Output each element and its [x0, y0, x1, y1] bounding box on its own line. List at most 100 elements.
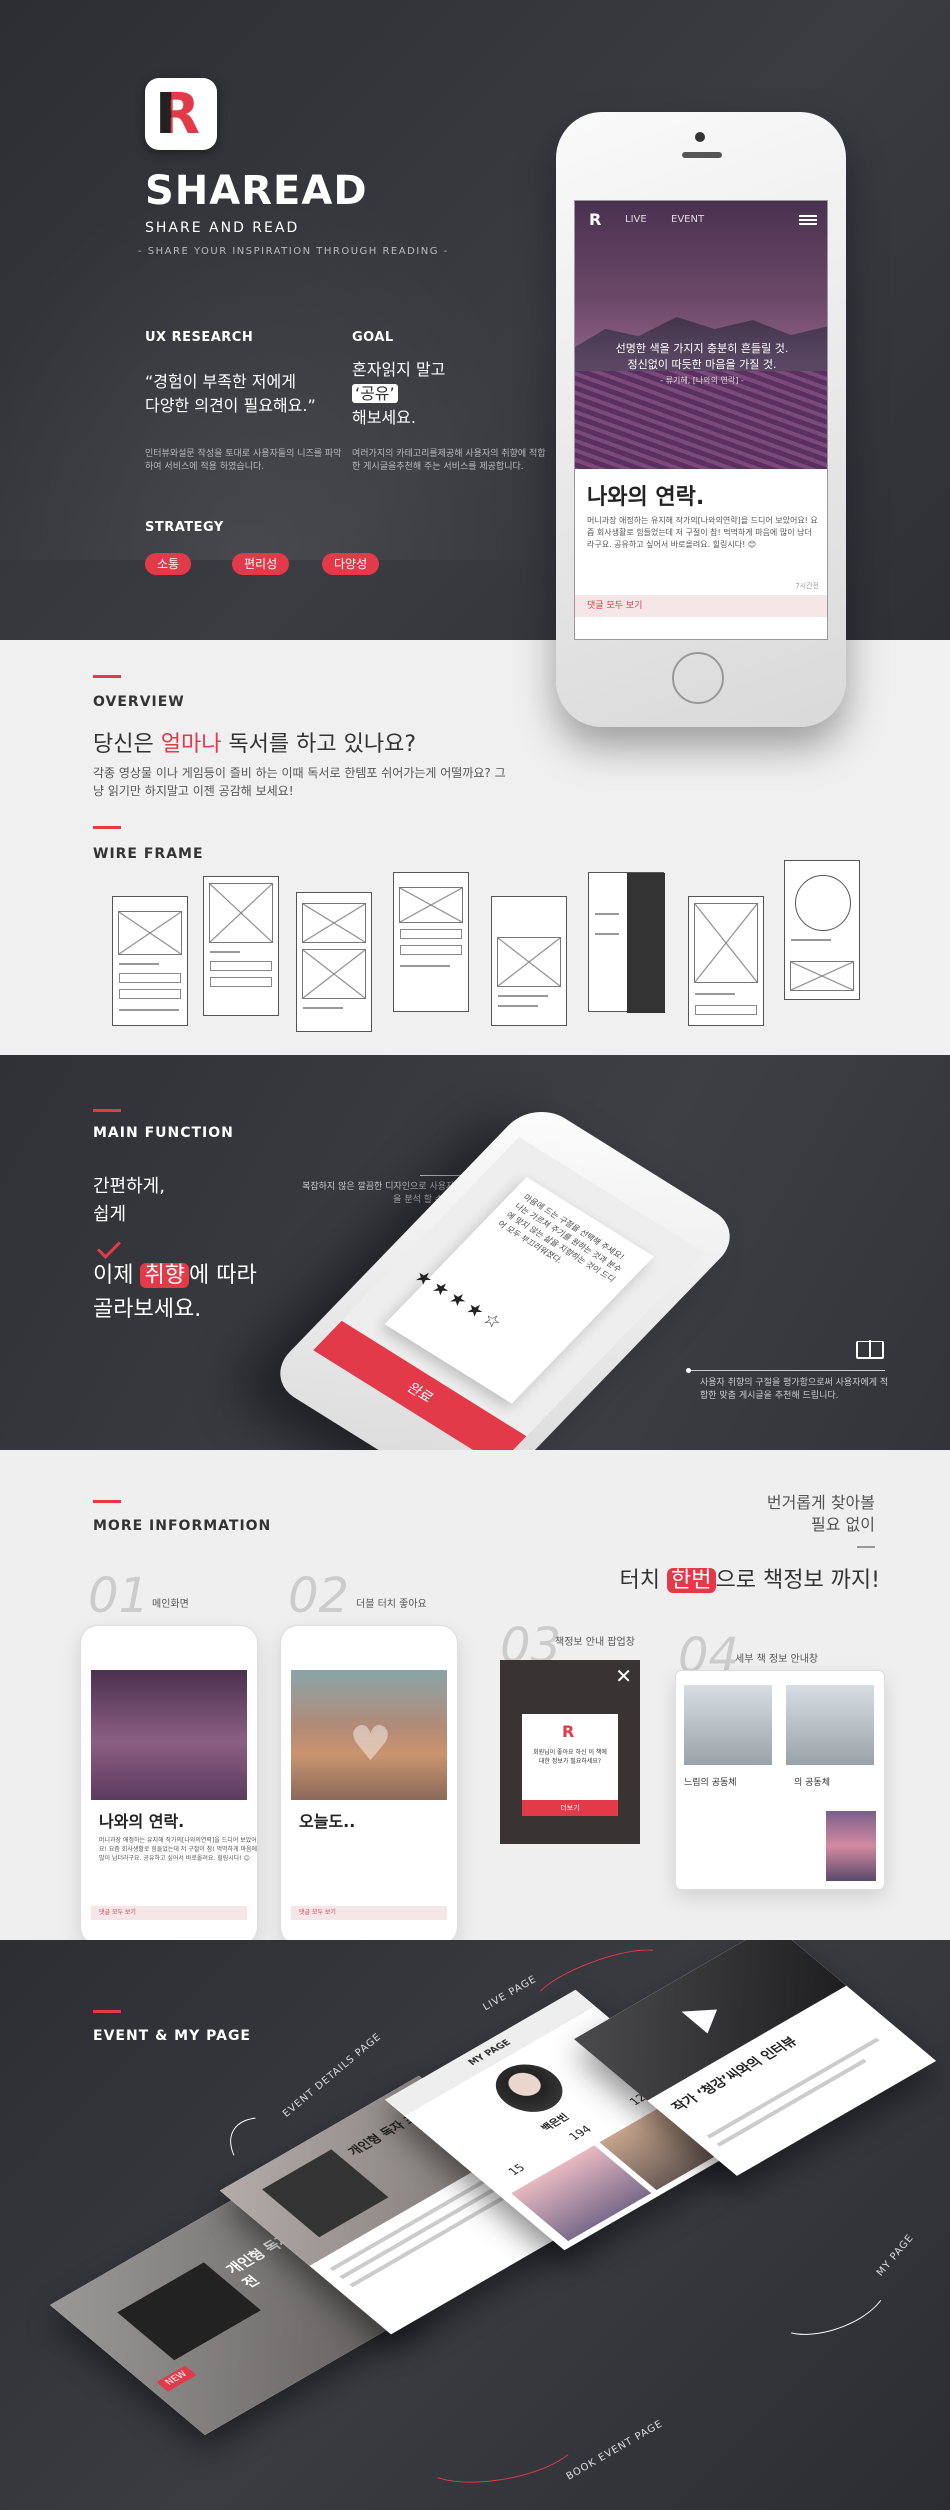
ux-quote-line2: 다양한 의견이 필요해요.”	[145, 396, 316, 415]
main-function-label: MAIN FUNCTION	[93, 1125, 234, 1141]
section-accent-bar	[93, 1109, 121, 1112]
speaker	[682, 152, 722, 158]
book-event-label: BOOK EVENT PAGE	[564, 2418, 665, 2483]
logo-mark: R	[562, 1722, 575, 1741]
section-accent-bar	[93, 2010, 121, 2013]
intro-line1: 간편하게,	[93, 1176, 165, 1197]
menu-icon[interactable]	[799, 215, 817, 225]
connector-line	[690, 1370, 885, 1371]
app-logo-mark: R	[589, 210, 602, 229]
book-title: 의 공동체	[794, 1778, 830, 1788]
strategy-pill: 소통	[145, 553, 192, 575]
comments-bar[interactable]: 댓글 모두 보기	[91, 1906, 247, 1920]
stat-value: 194	[566, 2123, 595, 2143]
goal-text: 혼자읽지 말고 ‘공유’ 해보세요.	[352, 358, 445, 430]
strategy-label: STRATEGY	[145, 520, 224, 535]
book-icon	[856, 1340, 884, 1359]
phone-mockup-main: 나와의 연락. 머니과장 애정하는 유지해 작가의[나와의연락]을 드디어 보았…	[80, 1625, 258, 1940]
wireframe-screen	[688, 896, 764, 1026]
post-card: 나와의 연락. 머니과장 애정하는 유지해 작가의[나와의연락]을 드디어 보았…	[575, 469, 827, 639]
flow-arrow	[763, 2251, 897, 2349]
headline-post: 에 따라	[188, 1263, 257, 1288]
tilted-phone: 마음에 드는 구절을 선택해 주세요! 나는 가르쳐 주기를 원하는 것과 분수…	[264, 1099, 746, 1450]
app-logo: RR	[145, 78, 217, 150]
subtitle-line1: 번거롭게 찾아볼	[766, 1493, 875, 1512]
headline-post: 독서를 하고 있나요?	[221, 732, 417, 757]
ux-quote: “경험이 부족한 저에게 다양한 의견이 필요해요.”	[145, 370, 316, 418]
nav-event[interactable]: EVENT	[671, 214, 704, 225]
heart-icon: ♥	[349, 1716, 393, 1772]
headline-chip: 취향	[140, 1263, 189, 1288]
comments-bar[interactable]: 댓글 모두 보기	[291, 1906, 447, 1920]
hero-quote: 선명한 색을 가지지 충분히 흔들릴 것. 정신없이 따듯한 마음을 가질 것.…	[575, 341, 827, 389]
strategy-pill: 편리성	[232, 553, 290, 575]
step-caption: 세부 책 정보 안내창	[735, 1654, 819, 1665]
more-button[interactable]: 더보기	[522, 1800, 618, 1816]
wireframe-screen	[491, 896, 567, 1026]
more-information-section: MORE INFORMATION 번거롭게 찾아볼 필요 없이 터치 한번 으로 …	[0, 1450, 950, 1940]
wireframe-screen	[784, 860, 860, 1000]
touch-pre: 터치	[619, 1568, 668, 1593]
more-info-subtitle: 번거롭게 찾아볼 필요 없이	[767, 1492, 875, 1536]
event-section: EVENT & MY PAGE NEW 개인형 독자 초대전 개인형 독자 초대…	[0, 1940, 950, 2510]
ux-research-label: UX RESEARCH	[145, 330, 254, 345]
step-number: 02	[288, 1568, 350, 1624]
ux-quote-line1: “경험이 부족한 저에게	[145, 372, 296, 391]
event-label: EVENT & MY PAGE	[93, 2028, 251, 2044]
step-caption: 메인화면	[152, 1599, 189, 1610]
camera	[695, 132, 705, 142]
touch-post: 으로 책정보 까지!	[715, 1568, 881, 1593]
headline-line2: 골라보세요.	[93, 1297, 202, 1322]
book-info-popup: R 회원님이 좋아요 하신 이 책에 대한 정보가 필요하세요? 더보기	[522, 1714, 618, 1816]
headline-pre: 이제	[93, 1263, 141, 1288]
section-accent-bar	[93, 675, 121, 678]
phone-screen: R LIVE EVENT 선명한 색을 가지지 충분히 흔들릴 것. 정신없이 …	[574, 200, 828, 640]
nav-live[interactable]: LIVE	[625, 214, 647, 225]
book-detail-mockup: 느림의 공동체 의 공동체	[675, 1670, 885, 1890]
card-title: 오늘도..	[299, 1812, 356, 1831]
headline-pre: 당신은	[93, 732, 161, 757]
book-title: 느림의 공동체	[684, 1778, 737, 1788]
main-function-headline: 이제 취향 에 따라 골라보세요.	[93, 1259, 257, 1327]
profile-name: 백은빈	[539, 2112, 573, 2134]
overview-headline: 당신은 얼마나 독서를 하고 있나요?	[93, 726, 416, 758]
popup-mockup: ✕ R 회원님이 좋아요 하신 이 책에 대한 정보가 필요하세요? 더보기	[500, 1660, 640, 1844]
brand-subtitle: SHARE AND READ	[145, 220, 300, 236]
more-info-headline: 터치 한번 으로 책정보 까지!	[620, 1562, 880, 1594]
intro-line2: 쉽게	[93, 1204, 127, 1225]
quote-cite: - 류기혜, [나와의 연락] -	[660, 376, 744, 385]
card-title: 나와의 연락.	[99, 1812, 185, 1831]
comments-link[interactable]: 댓글 모두 보기	[575, 595, 827, 617]
step-caption: 더블 터치 좋아요	[356, 1599, 427, 1610]
headline-red: 얼마나	[160, 732, 222, 757]
brand-name: SHAREAD	[145, 168, 368, 214]
overview-label: OVERVIEW	[93, 694, 185, 710]
wireframe-screen	[296, 892, 372, 1032]
quote-line2: 정신없이 따듯한 마음을 가질 것.	[627, 358, 777, 371]
quote-line1: 선명한 색을 가지지 충분히 흔들릴 것.	[615, 342, 789, 355]
touch-chip: 한번	[667, 1568, 716, 1593]
popup-text: 회원님이 좋아요 하신 이 책에 대한 정보가 필요하세요?	[533, 1749, 607, 1765]
post-title: 나와의 연락.	[587, 485, 705, 510]
flow-arrow-red	[416, 2406, 584, 2494]
divider	[857, 1546, 875, 1548]
strategy-pill: 다양성	[322, 553, 380, 575]
post-body: 머니과장 애정하는 유지해 작가의[나와의연락]을 드디어 보았어요! 요즘 회…	[587, 516, 818, 549]
goal-line3: 해보세요.	[352, 408, 416, 427]
phone-mockup-like: ♥ 오늘도.. 댓글 모두 보기	[280, 1625, 458, 1940]
wireframe-screen	[588, 872, 665, 1013]
main-function-intro: 간편하게, 쉽게	[93, 1173, 165, 1229]
close-icon[interactable]: ✕	[615, 1664, 632, 1688]
goal-line1: 혼자읽지 말고	[352, 360, 446, 379]
home-button[interactable]	[672, 652, 724, 704]
quote-card-text: 마음에 드는 구절을 선택해 주세요! 나는 가르쳐 주기를 원하는 것과 분수…	[495, 1192, 627, 1284]
wireframe-screen	[393, 872, 469, 1012]
goal-desc: 여러가지의 카테고리를제공해 사용자의 취향에 적합한 게시글을추천해 주는 서…	[352, 449, 546, 472]
hero-phone: R LIVE EVENT 선명한 색을 가지지 충분히 흔들릴 것. 정신없이 …	[556, 112, 846, 727]
check-icon	[96, 1234, 122, 1260]
ux-desc: 인터뷰와설문 작성을 토대로 사용자들의 니즈를 파악하여 서비스에 적용 하였…	[145, 449, 342, 472]
section-accent-bar	[93, 826, 121, 829]
step-caption: 책정보 안내 팝업창	[555, 1637, 635, 1648]
goal-highlight: ‘공유’	[352, 384, 398, 403]
more-info-label: MORE INFORMATION	[93, 1518, 272, 1534]
